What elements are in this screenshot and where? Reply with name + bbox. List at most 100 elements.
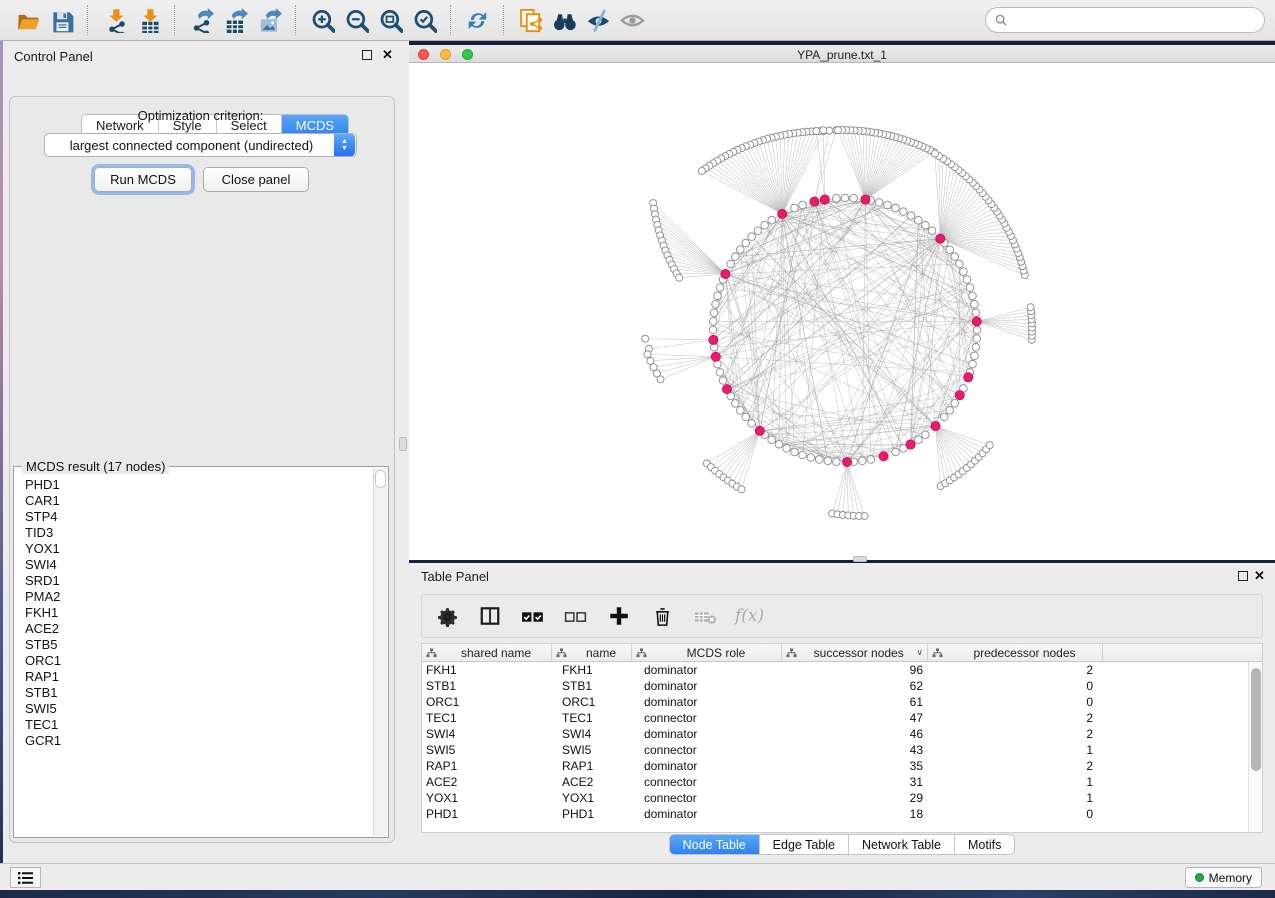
satellite-node[interactable] xyxy=(835,127,842,134)
task-history-button[interactable] xyxy=(10,867,41,888)
mcds-result-item[interactable]: CAR1 xyxy=(25,493,372,509)
save-session-icon[interactable] xyxy=(44,4,78,36)
zoom-selected-icon[interactable] xyxy=(407,4,441,36)
mcds-result-list[interactable]: PHD1CAR1STP4TID3YOX1SWI4SRD1PMA2FKH1ACE2… xyxy=(14,477,372,835)
network-node[interactable] xyxy=(971,352,979,360)
mcds-result-item[interactable]: STP4 xyxy=(25,509,372,525)
import-network-icon[interactable] xyxy=(97,4,131,36)
table-row[interactable]: TEC1TEC1connector472 xyxy=(422,710,1262,726)
mcds-result-item[interactable]: FKH1 xyxy=(25,605,372,621)
network-node[interactable] xyxy=(907,212,915,220)
table-row[interactable]: ORC1ORC1dominator610 xyxy=(422,694,1262,710)
mcds-result-item[interactable]: YOX1 xyxy=(25,541,372,557)
dominator-node[interactable] xyxy=(861,195,870,204)
tab-edge-table[interactable]: Edge Table xyxy=(760,835,849,854)
dominator-node[interactable] xyxy=(972,317,981,326)
network-node[interactable] xyxy=(946,246,954,254)
network-node[interactable] xyxy=(775,441,783,449)
float-window-icon[interactable] xyxy=(362,50,372,60)
network-node[interactable] xyxy=(833,194,841,202)
memory-button[interactable]: Memory xyxy=(1185,867,1262,888)
dominator-node[interactable] xyxy=(964,373,973,382)
network-node[interactable] xyxy=(736,246,744,254)
network-node[interactable] xyxy=(963,276,971,284)
mcds-result-item[interactable]: SWI4 xyxy=(25,557,372,573)
network-node[interactable] xyxy=(710,309,718,317)
open-file-icon[interactable] xyxy=(10,4,44,36)
column-header-successor-nodes[interactable]: successor nodes∨ xyxy=(782,644,928,661)
dominator-node[interactable] xyxy=(810,197,819,206)
mcds-result-item[interactable]: STB5 xyxy=(25,637,372,653)
network-node[interactable] xyxy=(928,227,936,235)
mcds-result-item[interactable]: RAP1 xyxy=(25,669,372,685)
column-header-name[interactable]: name xyxy=(552,644,632,661)
zoom-in-icon[interactable] xyxy=(305,4,339,36)
add-row-icon[interactable] xyxy=(606,603,632,629)
network-node[interactable] xyxy=(727,260,735,268)
satellite-node[interactable] xyxy=(657,376,664,383)
dominator-node[interactable] xyxy=(711,352,720,361)
show-all-icon[interactable] xyxy=(615,4,649,36)
mcds-result-item[interactable]: PMA2 xyxy=(25,589,372,605)
network-node[interactable] xyxy=(768,216,776,224)
dominator-node[interactable] xyxy=(721,269,730,278)
table-scrollbar[interactable] xyxy=(1248,662,1262,832)
export-image-icon[interactable] xyxy=(252,4,286,36)
mcds-result-item[interactable]: GCR1 xyxy=(25,733,372,749)
satellite-node[interactable] xyxy=(642,335,649,342)
columns-icon[interactable] xyxy=(477,603,503,629)
network-node[interactable] xyxy=(951,400,959,408)
column-header-MCDS-role[interactable]: MCDS role xyxy=(632,644,782,661)
table-row[interactable]: STB1STB1dominator620 xyxy=(422,678,1262,694)
zoom-out-icon[interactable] xyxy=(339,4,373,36)
close-panel-button[interactable]: Close panel xyxy=(203,167,309,192)
zoom-fit-icon[interactable] xyxy=(373,4,407,36)
table-row[interactable]: PHD1PHD1dominator180 xyxy=(422,806,1262,822)
dominator-node[interactable] xyxy=(709,335,718,344)
network-node[interactable] xyxy=(900,208,908,216)
network-node[interactable] xyxy=(867,456,875,464)
dominator-node[interactable] xyxy=(906,440,915,449)
network-node[interactable] xyxy=(709,326,717,334)
network-node[interactable] xyxy=(742,413,750,421)
network-node[interactable] xyxy=(915,436,923,444)
network-node[interactable] xyxy=(761,221,769,229)
refresh-layout-icon[interactable] xyxy=(460,4,494,36)
network-node[interactable] xyxy=(799,201,807,209)
splitter-handle[interactable] xyxy=(399,437,407,451)
dominator-node[interactable] xyxy=(931,421,940,430)
close-panel-icon[interactable]: ✕ xyxy=(382,48,393,61)
network-node[interactable] xyxy=(833,458,841,466)
trash-icon[interactable] xyxy=(649,603,675,629)
mcds-result-item[interactable]: SWI5 xyxy=(25,701,372,717)
network-node[interactable] xyxy=(973,326,981,334)
network-node[interactable] xyxy=(922,221,930,229)
network-node[interactable] xyxy=(841,194,849,202)
table-scrollbar-thumb[interactable] xyxy=(1251,668,1261,771)
satellite-node[interactable] xyxy=(647,357,654,364)
satellite-node[interactable] xyxy=(644,351,651,358)
satellite-node[interactable] xyxy=(861,512,868,519)
network-node[interactable] xyxy=(915,216,923,224)
dominator-node[interactable] xyxy=(778,209,787,218)
close-table-panel-icon[interactable]: ✕ xyxy=(1254,569,1265,582)
clone-network-icon[interactable] xyxy=(513,4,547,36)
satellite-node[interactable] xyxy=(738,486,745,493)
network-node[interactable] xyxy=(946,407,954,415)
mcds-result-item[interactable]: TID3 xyxy=(25,525,372,541)
network-node[interactable] xyxy=(799,451,807,459)
dominator-node[interactable] xyxy=(879,452,888,461)
table-row[interactable]: FKH1FKH1dominator962 xyxy=(422,662,1262,678)
column-header-shared-name[interactable]: shared name xyxy=(422,644,552,661)
table-row[interactable]: SWI5SWI5connector431 xyxy=(422,742,1262,758)
column-header-predecessor-nodes[interactable]: predecessor nodes xyxy=(928,644,1103,661)
network-node[interactable] xyxy=(748,420,756,428)
dominator-node[interactable] xyxy=(820,195,829,204)
mcds-result-item[interactable]: ORC1 xyxy=(25,653,372,669)
mcds-result-item[interactable]: PHD1 xyxy=(25,477,372,493)
network-node[interactable] xyxy=(731,253,739,261)
network-node[interactable] xyxy=(709,318,717,326)
network-node[interactable] xyxy=(875,199,883,207)
table-row[interactable]: ACE2ACE2connector311 xyxy=(422,774,1262,790)
mcds-result-item[interactable]: ACE2 xyxy=(25,621,372,637)
